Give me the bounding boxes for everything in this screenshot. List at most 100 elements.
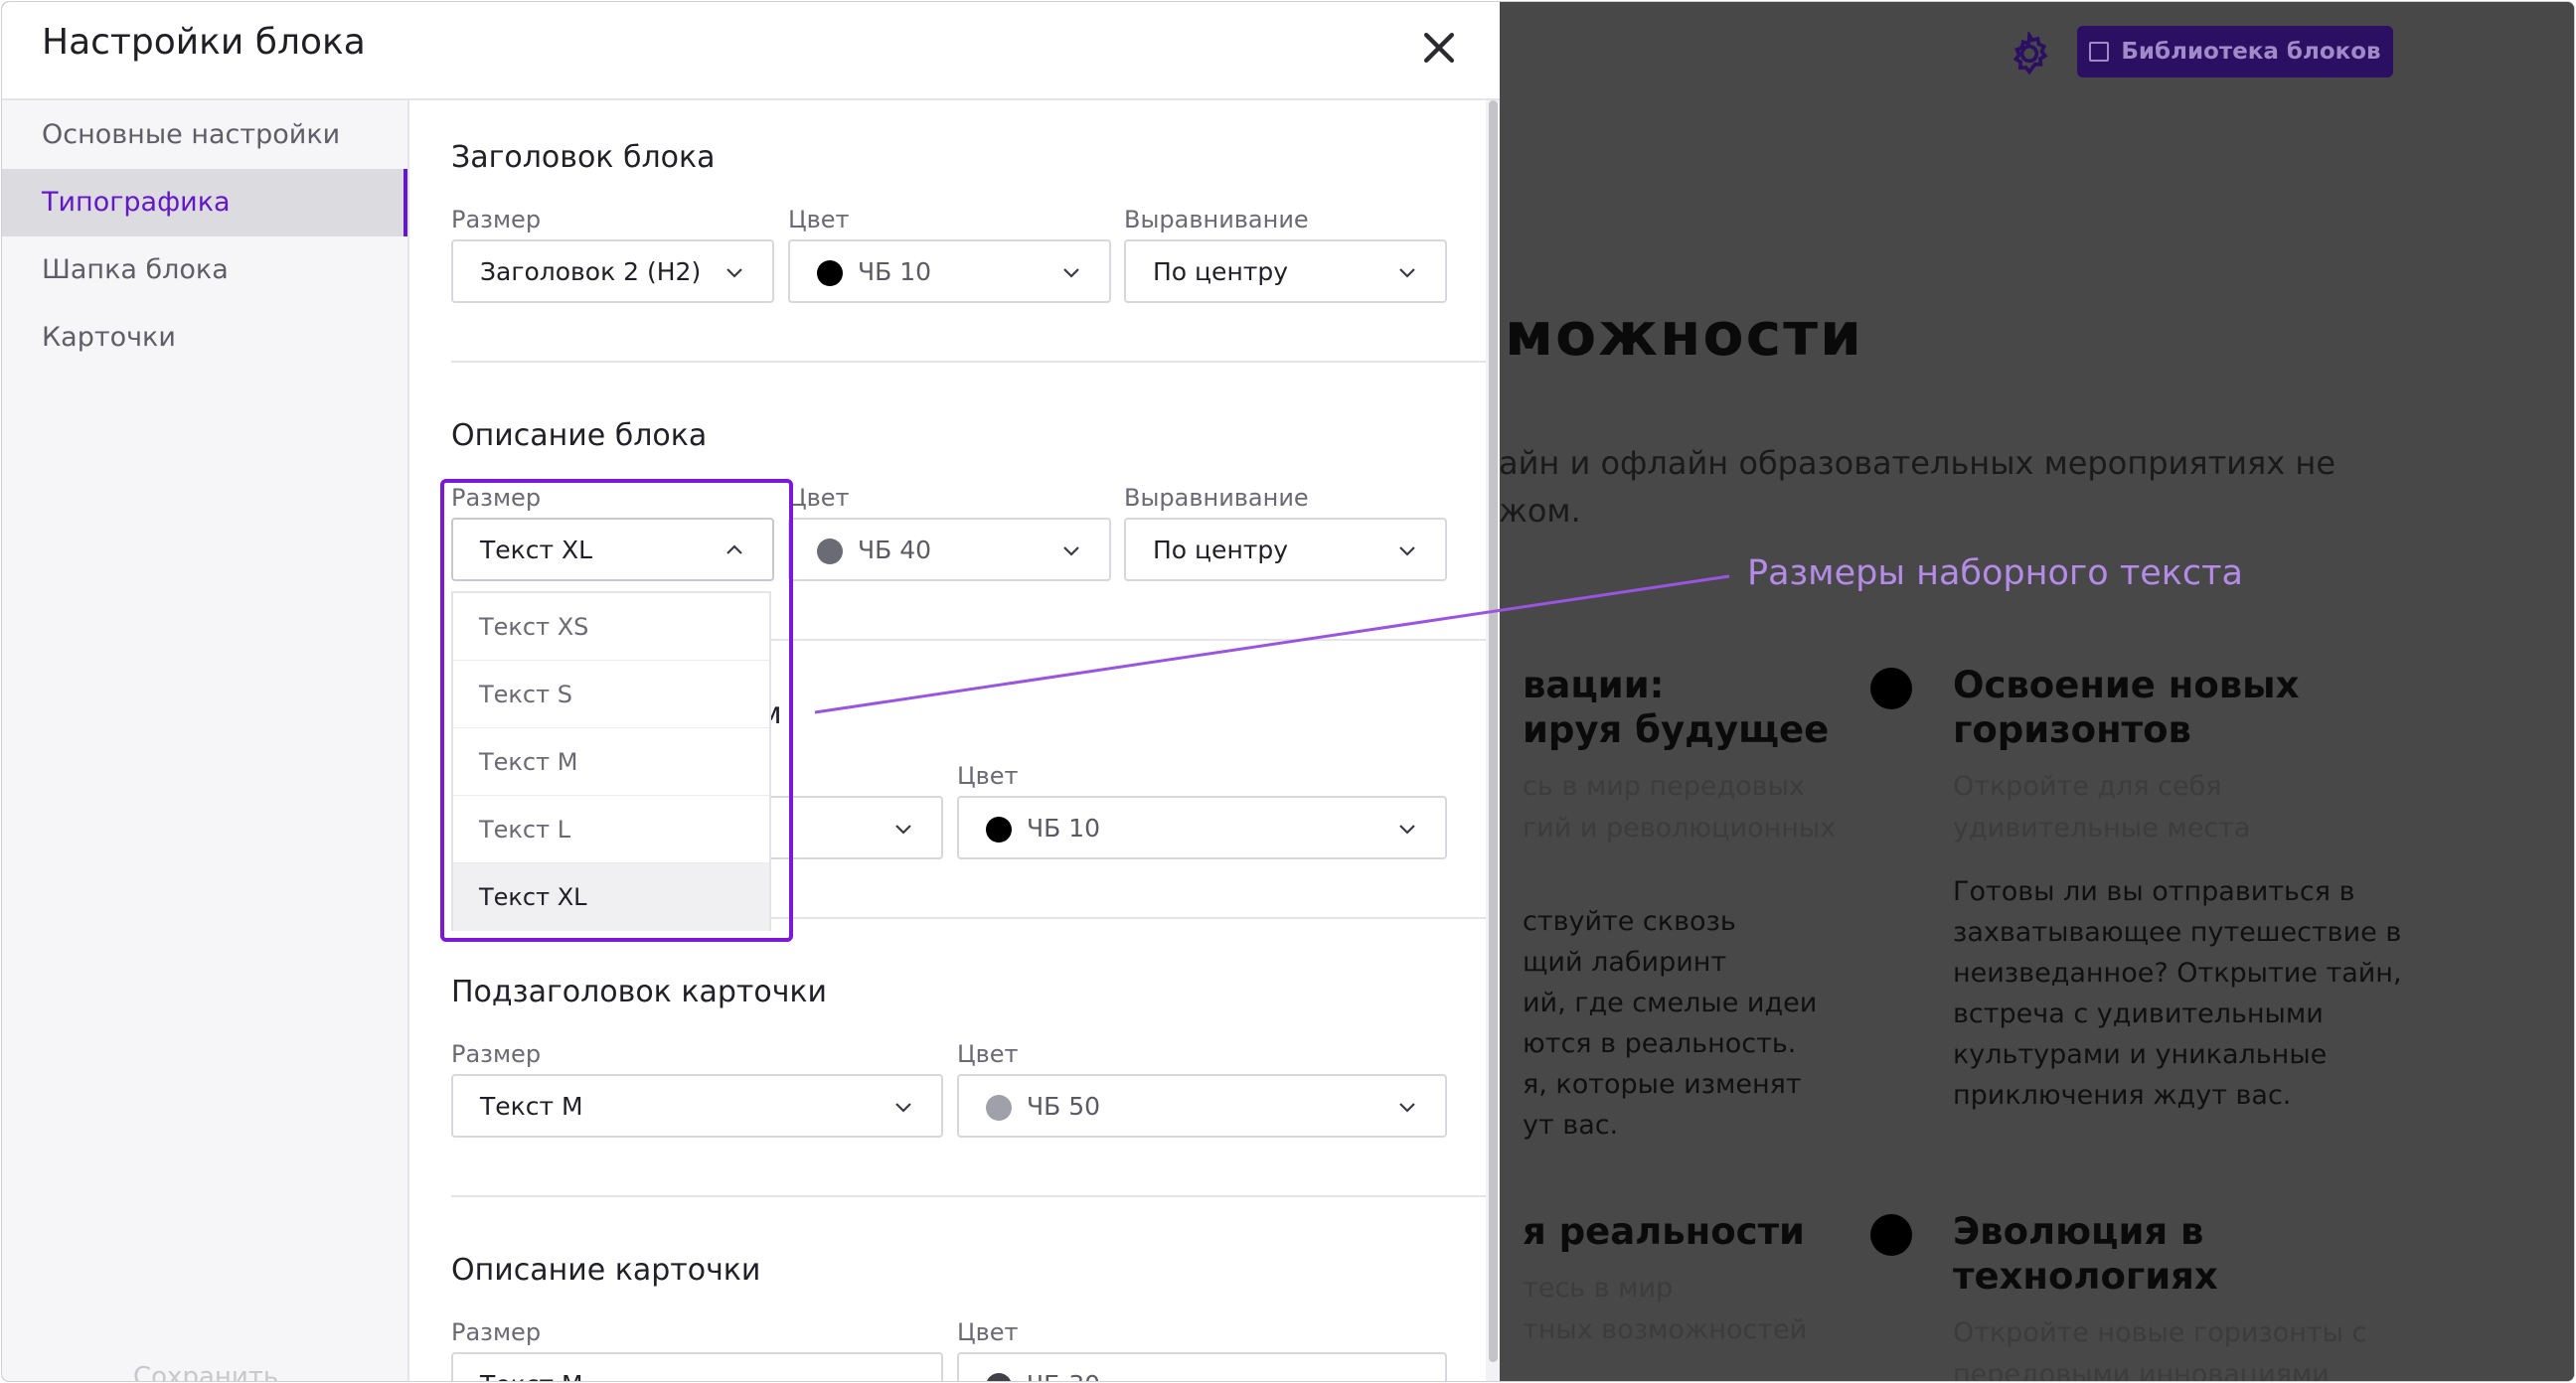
bg-card-sub: Откройте новые горизонты с [1953, 1317, 2367, 1348]
block-library-button[interactable]: Библиотека блоков [2077, 26, 2393, 77]
bg-card-4: Эволюция в технологиях Откройте новые го… [1953, 1209, 2367, 1381]
nav-item-typography[interactable]: Типографика [2, 169, 407, 236]
section-title: Подзаголовок карточки [451, 975, 828, 1009]
color-label: Цвет [957, 1318, 1019, 1346]
bg-card-title: Освоение новых [1953, 664, 2300, 706]
bg-card-1: вации: ируя будущее сь в мир передовых г… [1523, 663, 1836, 1146]
bg-body-line: неизведанное? Открытие тайн, [1953, 958, 2402, 989]
select-value: ЧБ 40 [858, 536, 932, 564]
block-title-size-select[interactable]: Заголовок 2 (H2) [451, 239, 774, 303]
size-label: Размер [451, 206, 542, 233]
card-title-color-select[interactable]: ЧБ 10 [957, 796, 1447, 859]
save-button[interactable]: Сохранить [133, 1362, 278, 1381]
bg-card-sub: тесь в мир [1523, 1273, 1674, 1304]
bg-card-title: ируя будущее [1523, 708, 1830, 751]
card-subtitle-size-select[interactable]: Текст M [451, 1074, 943, 1138]
close-icon[interactable] [1417, 26, 1461, 70]
size-dropdown-menu: Текст XS Текст S Текст M Текст L Текст X… [451, 591, 771, 931]
card-desc-color-select[interactable]: ЧБ 30 [957, 1352, 1447, 1381]
bg-card-sub: Откройте для себя [1953, 771, 2222, 802]
chevron-down-icon [895, 1103, 911, 1113]
bg-body-line: приключения ждут вас. [1953, 1080, 2292, 1111]
bg-desc-line: айн и офлайн образовательных мероприятия… [1499, 444, 2335, 482]
bg-body-line: ются в реальность. [1523, 1028, 1797, 1059]
select-value: По центру [1153, 536, 1289, 564]
bg-card-title: горизонтов [1953, 708, 2191, 751]
align-label: Выравнивание [1124, 206, 1309, 233]
select-value: Заголовок 2 (H2) [480, 257, 702, 286]
bg-card-title: Эволюция в [1953, 1210, 2204, 1253]
bg-body-line: ствуйте сквозь [1523, 906, 1736, 937]
select-value: По центру [1153, 257, 1289, 286]
color-swatch [986, 817, 1012, 843]
bg-desc-line: жом. [1499, 492, 1581, 530]
nav-item-cards[interactable]: Карточки [2, 304, 407, 372]
chevron-down-icon [1399, 1103, 1415, 1113]
bg-body-line: щий лабиринт [1523, 947, 1727, 978]
bg-card-2: Освоение новых горизонтов Откройте для с… [1953, 663, 2402, 1116]
modal-header: Настройки блока [2, 2, 1500, 100]
chevron-down-icon [1399, 268, 1415, 278]
nav-item-block-header[interactable]: Шапка блока [2, 236, 407, 304]
dropdown-option-selected[interactable]: Текст XL [453, 863, 769, 931]
chevron-down-icon [1063, 546, 1079, 556]
chevron-down-icon [1399, 546, 1415, 556]
select-value: ЧБ 30 [1027, 1370, 1100, 1381]
chevron-down-icon [1399, 825, 1415, 835]
bg-card-title: вации: [1523, 664, 1665, 706]
block-title-color-select[interactable]: ЧБ 10 [788, 239, 1111, 303]
bg-card-dot [1870, 1214, 1912, 1256]
select-value: ЧБ 10 [858, 257, 932, 286]
card-desc-size-select[interactable]: Текст M [451, 1352, 943, 1381]
color-swatch [817, 538, 843, 564]
color-swatch [817, 260, 843, 286]
scrollbar[interactable] [1486, 100, 1500, 1381]
dropdown-option[interactable]: Текст S [453, 661, 769, 728]
dropdown-option[interactable]: Текст M [453, 728, 769, 796]
section-title: Описание карточки [451, 1253, 761, 1288]
select-value: Текст M [480, 1092, 583, 1121]
chevron-down-icon [1063, 268, 1079, 278]
block-desc-align-select[interactable]: По центру [1124, 518, 1447, 581]
settings-sidebar: Основные настройки Типографика Шапка бло… [2, 100, 409, 1381]
chevron-down-icon [895, 825, 911, 835]
bg-card-title: я реальности [1523, 1210, 1805, 1253]
size-label: Размер [451, 1040, 542, 1068]
color-swatch [986, 1095, 1012, 1121]
chevron-down-icon [1397, 1375, 1417, 1381]
color-label: Цвет [957, 762, 1019, 790]
dropdown-option[interactable]: Текст XS [453, 593, 769, 661]
bg-card-dot [1870, 668, 1912, 709]
color-label: Цвет [788, 206, 850, 233]
bg-card-sub: удивительные места [1953, 813, 2251, 844]
bg-card-body: ствуйте сквозь щий лабиринт ий, где смел… [1523, 901, 1836, 1146]
color-swatch [986, 1373, 1012, 1381]
bg-card-body: Готовы ли вы отправиться в захватывающее… [1953, 871, 2402, 1116]
bg-body-line: Готовы ли вы отправиться в [1953, 876, 2355, 907]
bg-body-line: встреча с удивительными [1953, 999, 2324, 1029]
block-desc-size-select[interactable]: Текст XL [451, 518, 774, 581]
gear-icon[interactable] [2008, 32, 2051, 76]
chevron-down-icon [893, 1375, 913, 1381]
divider [451, 361, 1487, 363]
select-value: ЧБ 10 [1027, 814, 1101, 843]
block-desc-color-select[interactable]: ЧБ 40 [788, 518, 1111, 581]
bg-card-sub: сь в мир передовых [1523, 771, 1805, 802]
bg-heading: можности [1505, 300, 1864, 370]
bg-body-line: я, которые изменят [1523, 1069, 1802, 1100]
typography-settings: Заголовок блока Размер Цвет Выравнивание… [409, 100, 1488, 1381]
block-settings-modal: Настройки блока Основные настройки Типог… [2, 2, 1500, 1381]
bg-description: айн и офлайн образовательных мероприятия… [1499, 439, 2335, 535]
card-subtitle-color-select[interactable]: ЧБ 50 [957, 1074, 1447, 1138]
scrollbar-thumb[interactable] [1489, 100, 1498, 1362]
select-value: Текст M [480, 1370, 583, 1381]
image-icon [2089, 42, 2110, 62]
section-title: Заголовок блока [451, 140, 716, 175]
block-title-align-select[interactable]: По центру [1124, 239, 1447, 303]
nav-item-basic-settings[interactable]: Основные настройки [2, 101, 407, 169]
window-frame: Библиотека блоков можности айн и офлайн … [1, 1, 2575, 1382]
dropdown-option[interactable]: Текст L [453, 796, 769, 863]
size-label: Размер [451, 484, 542, 512]
select-value: ЧБ 50 [1027, 1092, 1101, 1121]
size-label: Размер [451, 1318, 542, 1346]
